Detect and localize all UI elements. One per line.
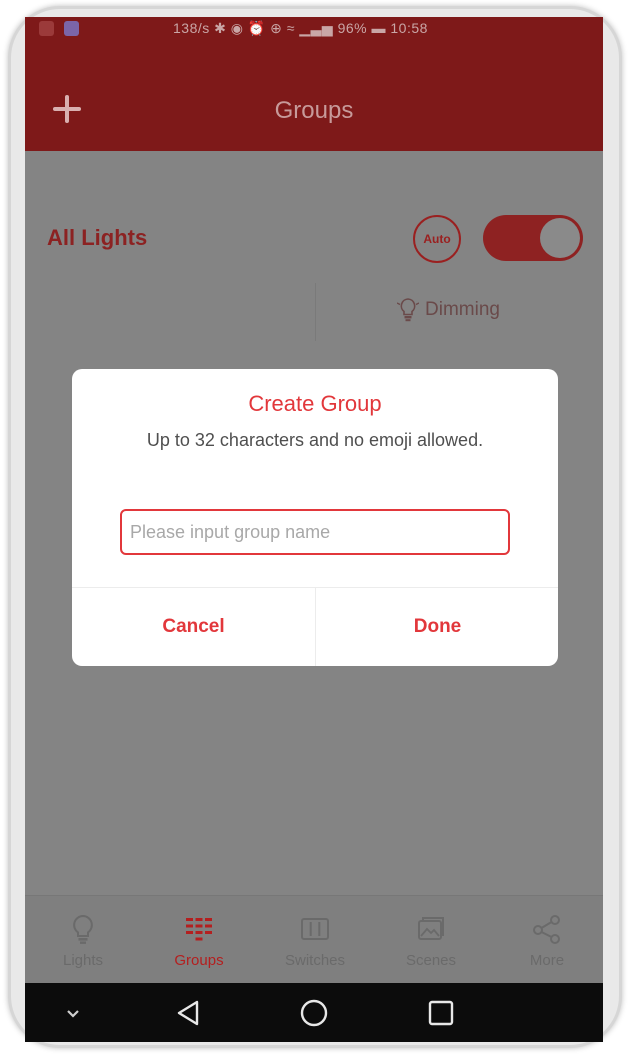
auto-button[interactable]: Auto xyxy=(413,215,461,263)
system-nav-bar xyxy=(25,983,603,1042)
app-notification-icon xyxy=(64,21,79,36)
back-icon[interactable] xyxy=(171,995,207,1031)
bottom-tab-bar: Lights Groups Switches Scenes More xyxy=(25,895,603,983)
recents-icon[interactable] xyxy=(423,995,459,1031)
collapse-icon[interactable] xyxy=(55,995,91,1031)
dialog-title: Create Group xyxy=(248,391,382,416)
dialog-hint: Up to 32 characters and no emoji allowed… xyxy=(146,430,484,450)
toggle-knob xyxy=(540,218,580,258)
tab-scenes[interactable]: Scenes xyxy=(373,896,489,984)
tab-label: More xyxy=(529,951,565,969)
status-text: 138/s ✱ ◉ ⏰ ⊕ ≈ ▁▃▅ 96% ▬ 10:58 xyxy=(173,20,428,36)
switch-panel-icon xyxy=(301,917,329,940)
notification-icons xyxy=(39,21,79,36)
app-screen: 138/s ✱ ◉ ⏰ ⊕ ≈ ▁▃▅ 96% ▬ 10:58 Groups A… xyxy=(25,17,603,1042)
tab-label: Groups xyxy=(174,951,224,969)
app-bar: Groups xyxy=(25,41,603,151)
status-bar: 138/s ✱ ◉ ⏰ ⊕ ≈ ▁▃▅ 96% ▬ 10:58 xyxy=(25,17,603,41)
bulb-icon xyxy=(73,914,93,944)
tab-lights[interactable]: Lights xyxy=(25,896,141,984)
group-name-input[interactable] xyxy=(120,509,510,555)
group-row-all-lights: All Lights Auto Dimming xyxy=(25,151,603,351)
power-toggle[interactable] xyxy=(483,215,583,261)
tab-switches[interactable]: Switches xyxy=(257,896,373,984)
page-title: Groups xyxy=(274,97,354,124)
divider xyxy=(315,283,316,341)
bulb-icon xyxy=(397,298,419,322)
dimming-label: Dimming xyxy=(425,299,500,320)
home-icon[interactable] xyxy=(296,995,332,1031)
tab-label: Lights xyxy=(62,951,104,969)
dimming-button[interactable]: Dimming xyxy=(397,297,500,323)
tab-groups[interactable]: Groups xyxy=(141,896,257,984)
tab-label: Switches xyxy=(284,951,346,969)
tab-label: Scenes xyxy=(405,951,457,969)
share-nodes-icon xyxy=(533,914,560,944)
scenes-icon xyxy=(418,916,444,940)
create-group-dialog: Create Group Up to 32 characters and no … xyxy=(72,369,558,666)
tab-more[interactable]: More xyxy=(489,896,603,984)
group-name: All Lights xyxy=(47,225,148,250)
groups-icon xyxy=(186,917,212,940)
done-button[interactable]: Done xyxy=(316,588,558,666)
app-notification-icon xyxy=(39,21,54,36)
cancel-button[interactable]: Cancel xyxy=(72,588,315,666)
